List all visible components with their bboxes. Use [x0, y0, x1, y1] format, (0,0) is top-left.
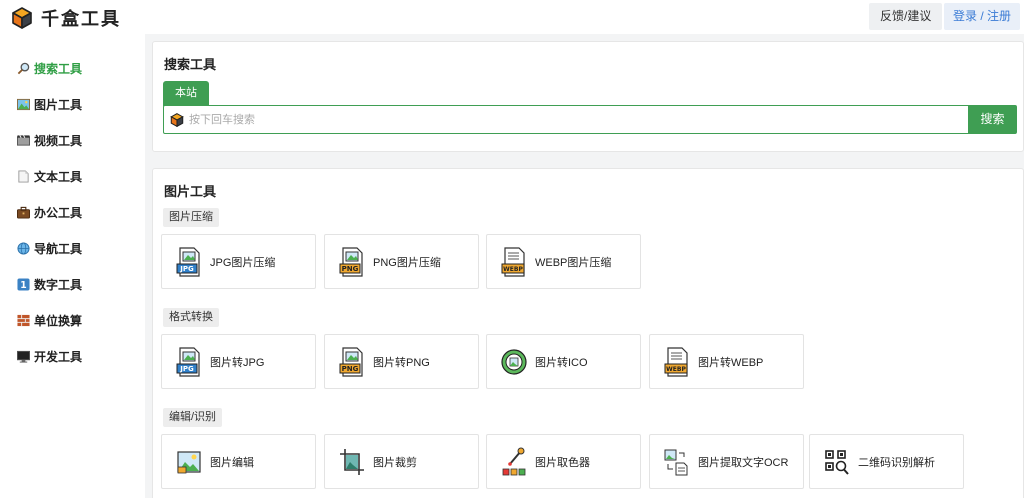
tool-image-edit[interactable]: 图片编辑	[161, 434, 316, 489]
briefcase-icon	[17, 206, 30, 219]
app-logo[interactable]: 千盒工具	[11, 5, 121, 31]
sidebar-item-label: 开发工具	[34, 349, 83, 364]
tool-image-crop[interactable]: 图片裁剪	[324, 434, 479, 489]
tool-label: 二维码识别解析	[858, 456, 935, 469]
ocr-icon	[664, 449, 688, 475]
section-label-conversion: 格式转换	[163, 308, 219, 327]
svg-text:PNG: PNG	[342, 365, 359, 373]
sidebar-item-label: 单位换算	[34, 313, 83, 328]
feedback-button[interactable]: 反馈/建议	[869, 3, 943, 30]
tool-png-compress[interactable]: PNG PNG图片压缩	[324, 234, 479, 289]
jpg-file-icon: JPG	[176, 246, 200, 277]
login-register-button[interactable]: 登录 / 注册	[944, 3, 1020, 30]
svg-text:JPG: JPG	[179, 365, 194, 373]
search-card-title: 搜索工具	[164, 57, 217, 72]
globe-icon	[17, 241, 30, 255]
search-button[interactable]: 搜索	[968, 105, 1017, 134]
tool-to-jpg[interactable]: JPG 图片转JPG	[161, 334, 316, 389]
tool-webp-compress[interactable]: WEBP WEBP图片压缩	[486, 234, 641, 289]
app-title: 千盒工具	[41, 9, 121, 30]
tool-label: 图片转PNG	[373, 356, 430, 369]
jpg-file-icon: JPG	[176, 346, 200, 377]
tool-label: PNG图片压缩	[373, 256, 441, 269]
image-tools-title: 图片工具	[164, 184, 217, 199]
bricks-icon	[17, 314, 30, 326]
image-edit-icon	[177, 450, 201, 473]
sidebar-item-number-tools[interactable]: 1 数字工具	[17, 275, 82, 293]
webp-file-icon: WEBP	[501, 246, 525, 277]
document-icon	[18, 169, 29, 183]
film-icon	[17, 134, 30, 146]
png-file-icon: PNG	[339, 346, 363, 377]
webp-file-icon: WEBP	[664, 346, 688, 377]
tool-label: 图片转WEBP	[698, 356, 764, 369]
color-picker-icon	[502, 447, 526, 475]
search-box	[163, 105, 969, 134]
number-one-icon: 1	[17, 277, 30, 291]
sidebar-item-label: 数字工具	[34, 277, 83, 292]
sidebar: 搜索工具 图片工具 视频工具 文本工具 办公工具 导航工具 1 数字工具 单位换…	[0, 34, 145, 498]
picture-icon	[17, 98, 30, 110]
svg-text:1: 1	[20, 280, 26, 291]
sidebar-item-label: 导航工具	[34, 241, 83, 256]
tool-to-ico[interactable]: 图片转ICO	[486, 334, 641, 389]
sidebar-item-video-tools[interactable]: 视频工具	[17, 131, 82, 149]
cube-icon	[170, 113, 184, 127]
tool-label: 图片提取文字OCR	[698, 456, 789, 469]
tool-to-png[interactable]: PNG 图片转PNG	[324, 334, 479, 389]
sidebar-item-image-tools[interactable]: 图片工具	[17, 95, 82, 113]
png-file-icon: PNG	[339, 246, 363, 277]
tool-color-picker[interactable]: 图片取色器	[486, 434, 641, 489]
search-input[interactable]	[189, 110, 959, 130]
svg-text:JPG: JPG	[179, 265, 194, 273]
ico-convert-icon	[501, 348, 527, 375]
monitor-icon	[17, 350, 30, 363]
tool-to-webp[interactable]: WEBP 图片转WEBP	[649, 334, 804, 389]
sidebar-item-label: 办公工具	[34, 205, 83, 220]
section-label-edit-recognize: 编辑/识别	[163, 408, 223, 427]
tool-label: JPG图片压缩	[210, 256, 276, 269]
tool-label: 图片裁剪	[373, 456, 417, 469]
sidebar-item-navigation-tools[interactable]: 导航工具	[17, 239, 82, 257]
tool-label: 图片编辑	[210, 456, 254, 469]
sidebar-item-search-tools[interactable]: 搜索工具	[17, 59, 82, 77]
sidebar-item-label: 图片工具	[34, 97, 83, 112]
top-header: 千盒工具 反馈/建议 登录 / 注册	[0, 0, 1024, 34]
tab-this-site[interactable]: 本站	[163, 81, 209, 106]
tool-label: 图片转ICO	[535, 356, 588, 369]
svg-text:PNG: PNG	[342, 265, 359, 273]
sidebar-item-label: 文本工具	[34, 169, 83, 184]
svg-text:WEBP: WEBP	[503, 266, 523, 273]
cube-logo-icon	[12, 7, 32, 29]
tool-label: 图片取色器	[535, 456, 590, 469]
tool-label: WEBP图片压缩	[535, 256, 612, 269]
tool-image-ocr[interactable]: 图片提取文字OCR	[649, 434, 804, 489]
tool-label: 图片转JPG	[210, 356, 265, 369]
qr-scan-icon	[825, 449, 849, 475]
crop-icon	[340, 448, 364, 475]
svg-text:WEBP: WEBP	[666, 366, 686, 373]
tool-qr-scan[interactable]: 二维码识别解析	[809, 434, 964, 489]
section-label-compression: 图片压缩	[163, 208, 219, 227]
search-tools-card: 搜索工具 本站 搜索	[152, 41, 1024, 152]
sidebar-item-unit-conversion[interactable]: 单位换算	[17, 311, 82, 329]
sidebar-item-developer-tools[interactable]: 开发工具	[17, 347, 82, 365]
tool-jpg-compress[interactable]: JPG JPG图片压缩	[161, 234, 316, 289]
sidebar-item-office-tools[interactable]: 办公工具	[17, 203, 82, 221]
sidebar-item-text-tools[interactable]: 文本工具	[17, 167, 82, 185]
sidebar-item-label: 视频工具	[34, 133, 83, 148]
image-tools-card: 图片工具 图片压缩 JPG JPG图片压缩 PNG PNG图片压缩 WEBP W…	[152, 168, 1024, 498]
magnifier-icon	[17, 62, 30, 74]
sidebar-item-label: 搜索工具	[34, 61, 83, 76]
